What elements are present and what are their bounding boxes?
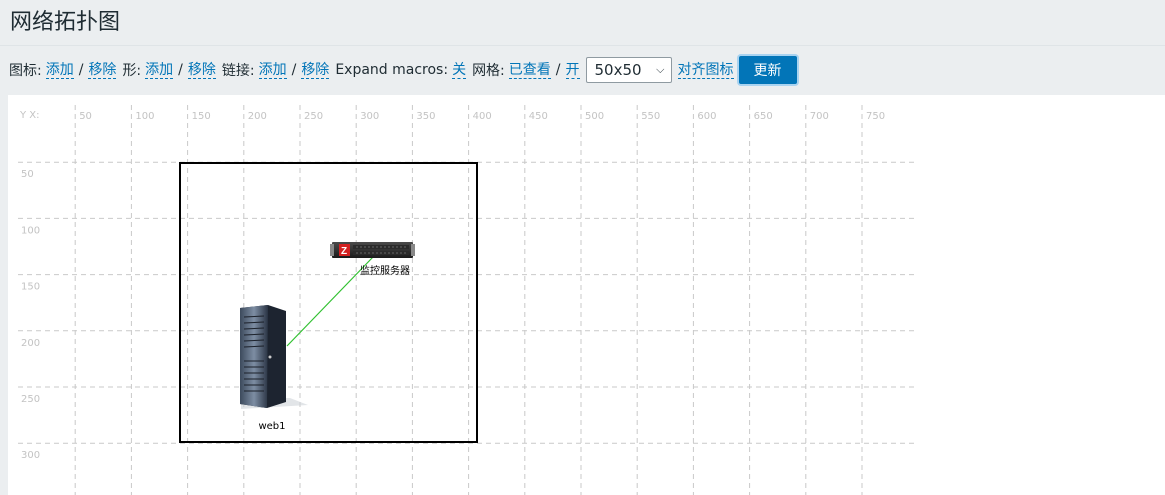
page-title: 网络拓扑图: [10, 10, 121, 35]
x-tick-label: 650: [754, 111, 773, 122]
y-tick-label: 200: [21, 338, 40, 349]
align-icons-link[interactable]: 对齐图标: [677, 62, 734, 79]
separator: /: [291, 62, 297, 78]
node-monitor-server[interactable]: Z 监控服务器: [330, 242, 415, 277]
separator: /: [178, 62, 183, 78]
link-remove-link[interactable]: 移除: [301, 62, 330, 79]
grid-size-value: 50x50: [594, 61, 642, 79]
x-tick-label: 400: [473, 111, 492, 122]
link-add-link[interactable]: 添加: [258, 62, 287, 79]
x-tick-label: 350: [416, 111, 435, 122]
node-label: 监控服务器: [360, 264, 410, 277]
y-tick-label: 300: [21, 450, 40, 461]
rack-server-icon: Z: [330, 242, 415, 258]
x-tick-label: 550: [641, 111, 660, 122]
x-tick-label: 500: [585, 111, 604, 122]
x-tick-label: 100: [135, 111, 154, 122]
node-label: web1: [258, 421, 285, 432]
x-tick-label: 450: [529, 111, 548, 122]
x-tick-label: 300: [360, 111, 379, 122]
x-tick-label: 700: [810, 111, 829, 122]
expand-macros-toggle[interactable]: 关: [452, 62, 467, 79]
map-canvas[interactable]: Y X: 50 100 150 200 250 300 350 400 450 500 550 600 6…: [8, 95, 1165, 495]
x-tick-label: 750: [866, 111, 885, 122]
map-svg[interactable]: Y X: 50 100 150 200 250 300 350 400 450 500 550 600 6…: [8, 95, 1165, 495]
shape-add-link[interactable]: 添加: [145, 62, 174, 79]
x-tick-label: 150: [192, 111, 211, 122]
separator: /: [78, 62, 84, 78]
grid-label: 网格:: [472, 63, 505, 79]
grid-size-select[interactable]: 50x50 ⌵: [585, 57, 672, 83]
update-button[interactable]: 更新: [738, 56, 797, 84]
x-tick-label: 250: [304, 111, 323, 122]
title-divider: [0, 45, 1165, 46]
map-toolbar: 图标: 添加 / 移除 形: 添加 / 移除 链接: 添加 / 移除 Expan…: [9, 56, 1165, 84]
y-tick-label: 100: [21, 225, 40, 236]
expand-macros-label: Expand macros:: [335, 62, 449, 78]
shape-remove-link[interactable]: 移除: [187, 62, 216, 79]
grid-shown-toggle[interactable]: 已查看: [508, 62, 551, 79]
x-tick-label: 50: [79, 111, 92, 122]
icon-label: 图标:: [9, 63, 42, 79]
y-tick-label: 250: [21, 394, 40, 405]
node-web1[interactable]: web1: [240, 305, 308, 432]
x-tick-label: 200: [248, 111, 267, 122]
y-tick-label: 50: [21, 169, 34, 180]
icon-remove-link[interactable]: 移除: [88, 62, 117, 79]
x-tick-label: 600: [697, 111, 716, 122]
grid-on-toggle[interactable]: 开: [565, 62, 580, 79]
chevron-down-icon: ⌵: [656, 63, 665, 76]
axis-corner-label: Y X:: [19, 110, 40, 121]
icon-add-link[interactable]: 添加: [45, 62, 74, 79]
shape-label: 形:: [122, 63, 142, 79]
separator: /: [555, 62, 561, 78]
link-label: 链接:: [221, 63, 255, 79]
svg-text:Z: Z: [341, 246, 347, 257]
tower-server-icon: [240, 305, 308, 409]
y-tick-label: 150: [21, 282, 40, 293]
